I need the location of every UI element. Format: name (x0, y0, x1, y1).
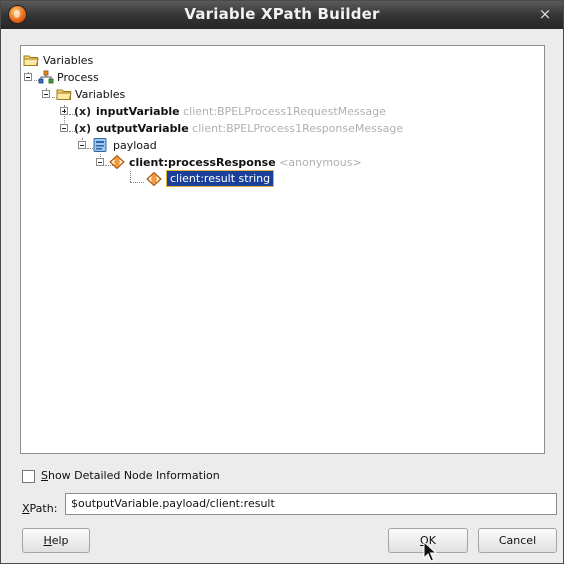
title-bar[interactable]: Variable XPath Builder × (1, 1, 563, 29)
tree-item-label: inputVariable (96, 105, 180, 118)
svg-text:(x): (x) (74, 105, 90, 118)
mnemonic-letter: H (43, 534, 52, 547)
collapse-toggle[interactable] (60, 124, 68, 132)
label-text: Path: (29, 502, 58, 515)
collapse-toggle[interactable] (24, 73, 32, 81)
variable-icon: (x) (74, 122, 90, 135)
tree-item-text: outputVariable client:BPELProcess1Respon… (96, 120, 403, 137)
svg-text:(x): (x) (74, 122, 90, 135)
collapse-toggle[interactable] (96, 158, 104, 166)
label-text: how Detailed Node Information (47, 469, 220, 482)
variable-icon: (x) (74, 105, 90, 118)
dialog-title: Variable XPath Builder (184, 5, 380, 23)
mnemonic-letter: S (41, 469, 48, 482)
close-icon[interactable]: × (537, 6, 553, 22)
tree-item-type: client:BPELProcess1RequestMessage (183, 105, 386, 118)
tree-item-label: Variables (75, 88, 126, 101)
collapse-toggle[interactable] (78, 141, 86, 149)
xpath-input[interactable]: $outputVariable.payload/client:result (65, 493, 557, 515)
dialog-window: Variable XPath Builder × Variables Proce… (0, 0, 564, 564)
button-label: elp (51, 534, 69, 547)
element-icon (109, 155, 125, 169)
expand-toggle[interactable] (60, 107, 68, 115)
xpath-label: XPath: (22, 501, 57, 517)
tree-item-text: inputVariable client:BPELProcess1Request… (96, 103, 386, 120)
element-icon (146, 172, 162, 186)
folder-open-icon (23, 55, 39, 66)
show-detailed-checkbox[interactable] (22, 470, 35, 483)
variable-tree[interactable]: Variables Process Variables (x) inputVar… (20, 45, 545, 454)
mouse-pointer-icon (423, 541, 437, 562)
cancel-button[interactable]: Cancel (478, 528, 557, 553)
tree-item-label: payload (113, 139, 157, 152)
message-part-icon (93, 138, 107, 152)
folder-open-icon (56, 89, 72, 100)
process-icon (38, 70, 54, 84)
tree-item-type: <anonymous> (279, 156, 362, 169)
collapse-toggle[interactable] (42, 90, 50, 98)
tree-item-label: Process (57, 71, 99, 84)
tree-item-label: client:processResponse (129, 156, 276, 169)
mnemonic-letter: X (22, 502, 30, 515)
tree-item-text: client:processResponse <anonymous> (129, 154, 362, 171)
selected-tree-item-label[interactable]: client:result string (166, 170, 275, 187)
tree-connector (130, 182, 144, 183)
tree-item-label: outputVariable (96, 122, 189, 135)
show-detailed-label: Show Detailed Node Information (41, 469, 220, 482)
tree-item-type: client:BPELProcess1ResponseMessage (192, 122, 404, 135)
tree-item-label: Variables (43, 54, 94, 67)
tree-connector (130, 171, 131, 182)
help-button[interactable]: Help (22, 528, 90, 553)
